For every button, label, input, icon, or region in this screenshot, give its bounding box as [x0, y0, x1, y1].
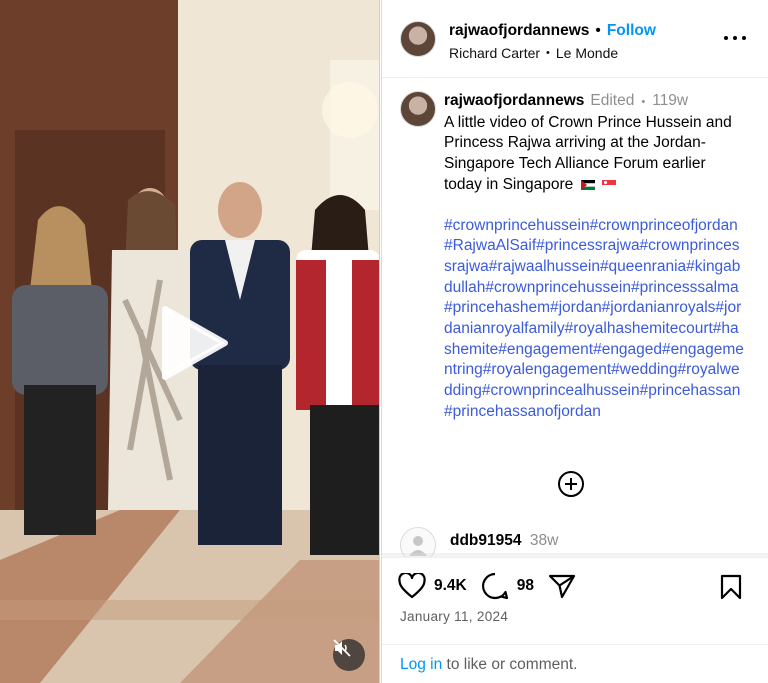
ellipsis-icon[interactable] — [724, 28, 746, 48]
photo-credit: Richard Carter • Le Monde — [449, 45, 656, 61]
action-row: 9.4K 98 — [398, 572, 576, 600]
follow-button[interactable]: Follow — [607, 22, 656, 40]
caption-body: A little video of Crown Prince Hussein a… — [444, 113, 746, 196]
like-count[interactable]: 9.4K — [434, 577, 467, 595]
author-info: rajwaofjordannews • Follow Richard Carte… — [449, 22, 656, 61]
login-prompt-text: to like or comment. — [442, 656, 578, 673]
credit-separator: • — [546, 47, 550, 59]
login-prompt: Log in to like or comment. — [382, 644, 768, 683]
post-details-panel: rajwaofjordannews • Follow Richard Carte… — [381, 0, 768, 683]
plus-circle-icon — [558, 471, 584, 497]
comments-scroll-area[interactable]: rajwaofjordannews Edited • 119w A little… — [382, 79, 768, 557]
caption-separator: • — [641, 96, 646, 108]
author-avatar[interactable] — [400, 21, 436, 57]
edited-label: Edited — [590, 92, 635, 109]
caption-author-username[interactable]: rajwaofjordannews — [444, 91, 584, 112]
post-video[interactable] — [0, 0, 380, 683]
load-more-comments-button[interactable] — [557, 470, 585, 498]
commenter-username[interactable]: ddb91954 — [450, 532, 522, 549]
caption: rajwaofjordannews Edited • 119w A little… — [382, 79, 768, 423]
bookmark-icon[interactable] — [720, 574, 742, 600]
credit-source: Le Monde — [555, 45, 619, 61]
mute-button[interactable] — [333, 639, 365, 671]
heart-icon[interactable] — [398, 573, 426, 599]
caption-age[interactable]: 119w — [652, 91, 688, 112]
caption-hashtags[interactable]: #crownprincehussein#crownprinceofjordan#… — [444, 216, 746, 423]
post-actions: 9.4K 98 January 11, 2024 Log in to like … — [382, 557, 768, 683]
credit-name: Richard Carter — [449, 45, 541, 61]
caption-author-avatar[interactable] — [400, 91, 436, 127]
author-username[interactable]: rajwaofjordannews — [449, 22, 589, 40]
jordan-flag-icon — [580, 179, 595, 190]
post-date[interactable]: January 11, 2024 — [400, 609, 508, 624]
play-button[interactable] — [153, 305, 229, 381]
speaker-muted-icon — [333, 639, 351, 657]
singapore-flag-icon — [601, 179, 616, 190]
paper-plane-icon[interactable] — [548, 573, 576, 599]
play-icon — [162, 306, 228, 380]
comment-count[interactable]: 98 — [517, 577, 534, 595]
login-link[interactable]: Log in — [400, 656, 442, 673]
post-header: rajwaofjordannews • Follow Richard Carte… — [382, 0, 768, 78]
header-separator: • — [595, 22, 601, 39]
speech-bubble-icon[interactable] — [481, 572, 509, 600]
comment-age[interactable]: 38w — [530, 532, 558, 549]
caption-content: rajwaofjordannews Edited • 119w A little… — [444, 91, 746, 423]
